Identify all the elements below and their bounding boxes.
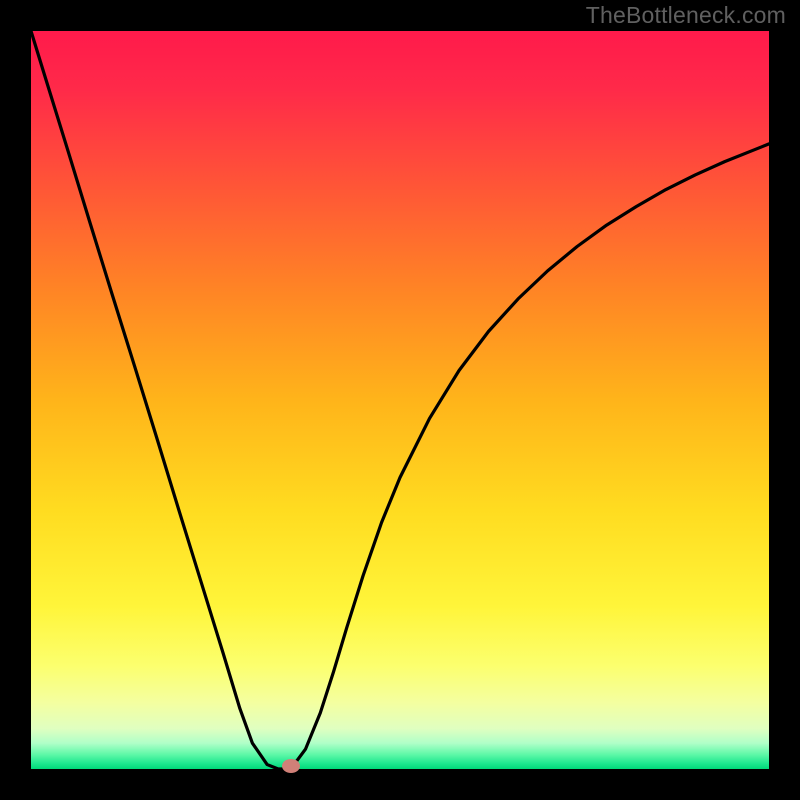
watermark-text: TheBottleneck.com xyxy=(586,2,786,29)
plot-area xyxy=(31,31,769,769)
gradient-background xyxy=(31,31,769,769)
chart-frame: TheBottleneck.com xyxy=(0,0,800,800)
optimum-marker xyxy=(282,759,300,773)
